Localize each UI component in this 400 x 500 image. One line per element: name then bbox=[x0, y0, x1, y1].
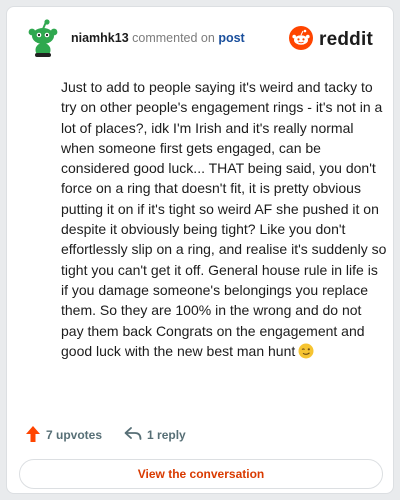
upvote-count: 7 upvotes bbox=[46, 428, 103, 442]
commented-on-label: commented on bbox=[132, 31, 215, 45]
comment-actions: 7 upvotes 1 reply bbox=[19, 423, 186, 447]
comment-header: niamhk13 commented on post reddit bbox=[19, 17, 381, 61]
view-conversation-button[interactable]: View the conversation bbox=[19, 459, 383, 489]
reply-count: 1 reply bbox=[147, 428, 186, 442]
snoo-avatar-icon[interactable] bbox=[25, 19, 61, 59]
post-link[interactable]: post bbox=[218, 31, 244, 45]
upvote-button[interactable]: 7 upvotes bbox=[25, 425, 102, 446]
comment-body: Just to add to people saying it's weird … bbox=[61, 77, 387, 364]
winking-face-emoji-icon bbox=[298, 343, 314, 364]
reddit-logo-icon bbox=[289, 25, 314, 55]
reddit-wordmark: reddit bbox=[319, 29, 373, 50]
comment-card: niamhk13 commented on post reddit Just t… bbox=[6, 6, 394, 494]
reply-button[interactable]: 1 reply bbox=[124, 426, 186, 444]
username-link[interactable]: niamhk13 bbox=[71, 31, 129, 45]
reddit-brand[interactable]: reddit bbox=[289, 25, 373, 55]
reply-arrow-icon bbox=[124, 426, 142, 444]
comment-meta: niamhk13 commented on post bbox=[71, 31, 245, 45]
upvote-arrow-icon bbox=[25, 425, 41, 446]
comment-text: Just to add to people saying it's weird … bbox=[61, 79, 387, 359]
